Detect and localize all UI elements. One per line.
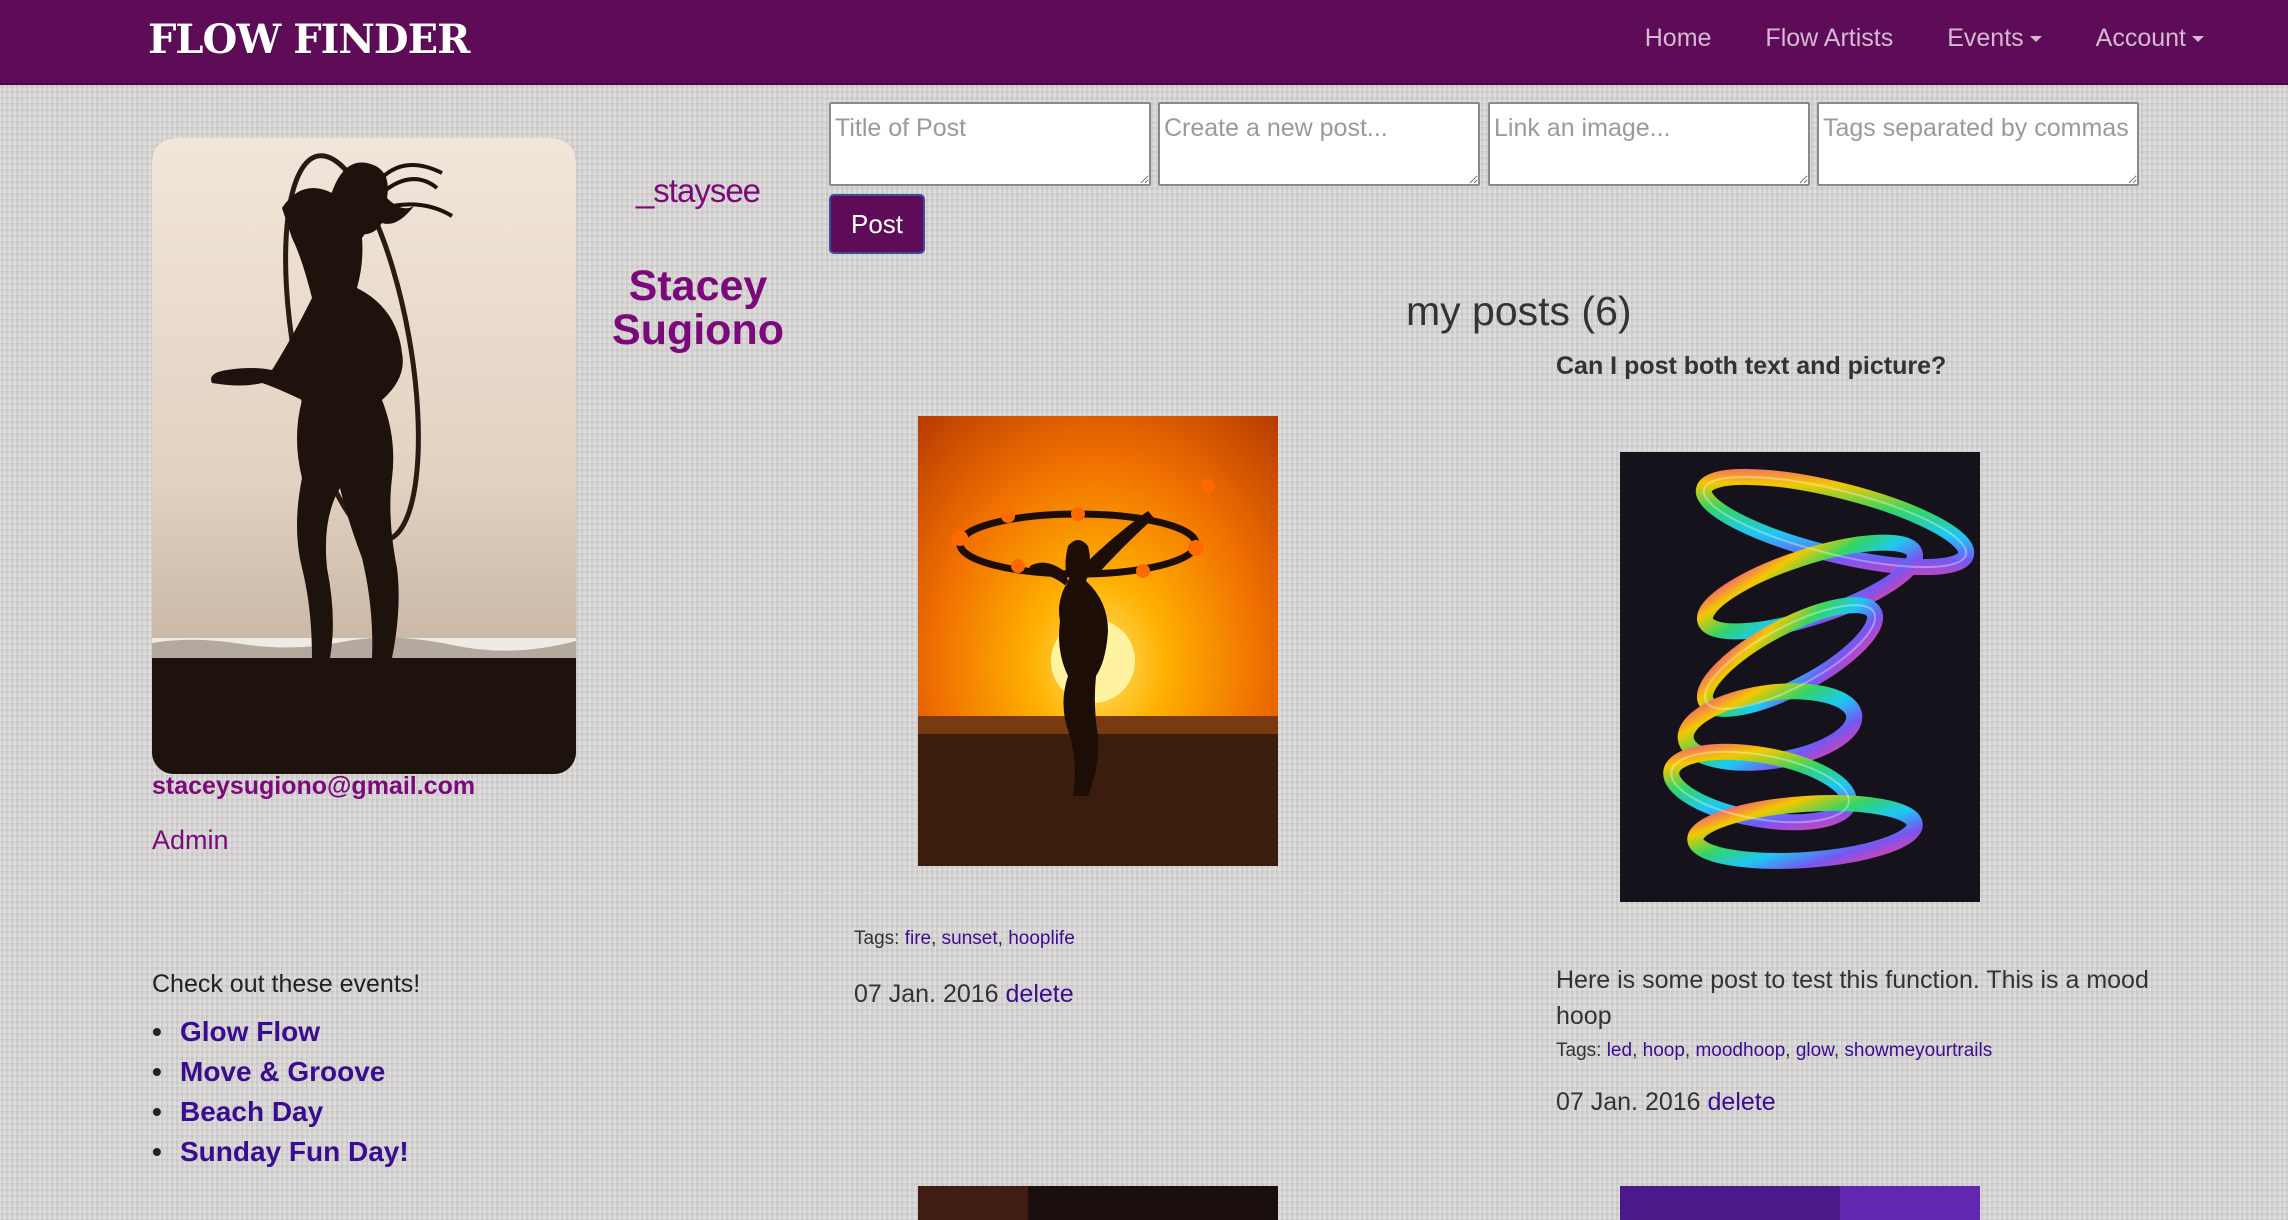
nav-account-label: Account <box>2095 24 2186 52</box>
event-link-sunday-fun-day[interactable]: Sunday Fun Day! <box>152 1136 409 1176</box>
post-tags-input[interactable] <box>1817 102 2139 186</box>
tag-link[interactable]: glow <box>1796 1040 1834 1061</box>
post-meta: 07 Jan. 2016 delete <box>1556 1088 1776 1117</box>
post-image[interactable] <box>1620 452 1980 902</box>
post-meta: 07 Jan. 2016 delete <box>854 980 1074 1009</box>
event-link-beach-day[interactable]: Beach Day <box>152 1096 409 1136</box>
fire-hoop-sunset-image <box>918 416 1278 866</box>
events-list: Glow Flow Move & Groove Beach Day Sunday… <box>152 1016 409 1176</box>
tag-link[interactable]: showmeyourtrails <box>1844 1040 1992 1061</box>
profile-username: _staysee <box>635 172 761 209</box>
nav-events-label: Events <box>1947 24 2024 52</box>
hoop-dancer-silhouette-image <box>152 138 576 774</box>
brand-logo[interactable]: FLOW FINDER <box>148 16 470 63</box>
chevron-down-icon <box>2029 36 2042 43</box>
tags-label: Tags: <box>854 928 900 949</box>
nav-account-dropdown[interactable]: Account <box>2096 24 2204 53</box>
event-link-glow-flow[interactable]: Glow Flow <box>152 1016 409 1056</box>
post-submit-button[interactable]: Post <box>829 194 925 254</box>
delete-post-link[interactable]: delete <box>1708 1088 1776 1116</box>
post-image-partial[interactable] <box>918 1186 1278 1220</box>
tag-link[interactable]: hooplife <box>1008 928 1075 949</box>
tag-link[interactable]: hoop <box>1643 1040 1685 1061</box>
post-date: 07 Jan. 2016 <box>1556 1088 1701 1116</box>
tags-label: Tags: <box>1556 1040 1602 1061</box>
post-body-text: Here is some post to test this function.… <box>1556 966 2149 1030</box>
navbar: FLOW FINDER Home Flow Artists Events Acc… <box>0 0 2288 85</box>
dark-photo-image <box>918 1186 1278 1220</box>
delete-post-link[interactable]: delete <box>1006 980 1074 1008</box>
post-body-input[interactable] <box>1158 102 1480 186</box>
post-caption: Can I post both text and picture? <box>1556 352 1947 380</box>
post-title-input[interactable] <box>829 102 1151 186</box>
posts-section-title: my posts (6) <box>1406 288 1632 334</box>
post-tags: Tags: led, hoop, moodhoop, glow, showmey… <box>1556 1040 1993 1061</box>
nav-links: Home Flow Artists Events Account <box>1645 24 2204 53</box>
profile-email-link[interactable]: staceysugiono@gmail.com <box>152 772 475 801</box>
tag-link[interactable]: fire <box>905 928 931 949</box>
led-hoop-trails-image <box>1620 452 1980 902</box>
post-image-link-input[interactable] <box>1488 102 1810 186</box>
purple-photo-image <box>1620 1186 1980 1220</box>
tag-link[interactable]: moodhoop <box>1695 1040 1785 1061</box>
post-image[interactable] <box>918 416 1278 866</box>
post-date: 07 Jan. 2016 <box>854 980 999 1008</box>
tag-link[interactable]: sunset <box>942 928 998 949</box>
profile-role-link[interactable]: Admin <box>152 825 229 856</box>
nav-flow-artists[interactable]: Flow Artists <box>1765 24 1893 53</box>
event-link-move-and-groove[interactable]: Move & Groove <box>152 1056 409 1096</box>
post-tags: Tags: fire, sunset, hooplife <box>854 928 1075 949</box>
avatar <box>152 138 576 774</box>
post-image-partial[interactable] <box>1620 1186 1980 1220</box>
events-heading: Check out these events! <box>152 970 421 998</box>
chevron-down-icon <box>2192 36 2204 43</box>
nav-events-dropdown[interactable]: Events <box>1947 24 2042 53</box>
nav-home[interactable]: Home <box>1645 24 1712 53</box>
profile-full-name: Stacey Sugiono <box>612 262 784 354</box>
tag-link[interactable]: led <box>1607 1040 1632 1061</box>
